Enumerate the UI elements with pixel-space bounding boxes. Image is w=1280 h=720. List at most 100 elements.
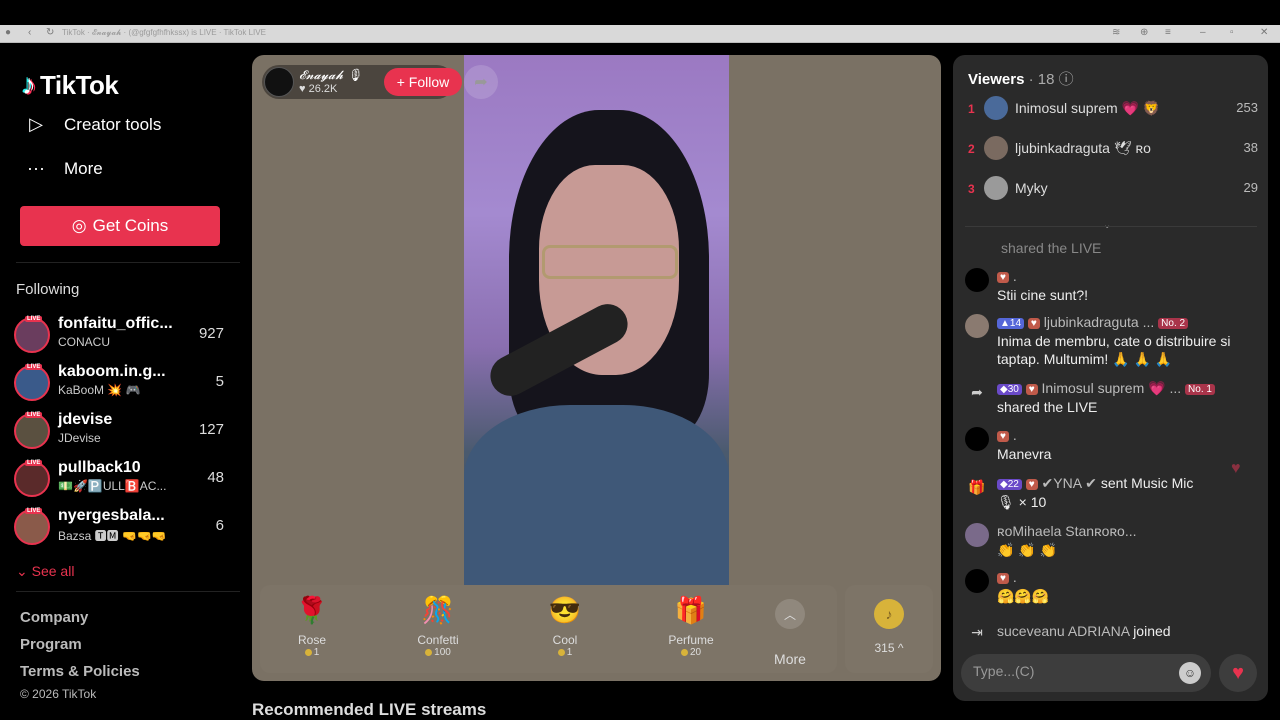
avatar [984,136,1008,160]
host-info[interactable]: 𝓔𝓷𝓪𝔂𝓪𝓱 🎙 ♥ 26.2K + Follow [262,65,462,99]
share-icon[interactable]: ➦ [464,65,498,99]
tiktok-favicon: ● [5,27,12,38]
chat-text: 🎙 × 10 [997,494,1047,510]
viewer-name: ljubinkadraguta 🕊 ʀᴏ [1015,140,1151,156]
footer-program-link[interactable]: Program [20,636,82,653]
level-badge: ◆30 [997,383,1022,395]
gift-confetti[interactable]: 🎊 Confetti 100 [388,595,488,658]
join-icon: ⇥ [971,624,983,640]
heart-badge-icon: ♥ [997,430,1009,442]
footer-company-link[interactable]: Company [20,609,88,626]
tiktok-note-icon: ♪ [22,69,36,100]
viewer-rank: 3 [968,182,975,196]
coin-icon [680,648,688,656]
follow-button[interactable]: + Follow [384,68,462,96]
info-icon[interactable]: ⓘ [1059,71,1074,88]
chat-text: 🤗🤗🤗 [997,588,1050,604]
chat-input[interactable] [973,663,1173,679]
host-avatar[interactable] [264,67,294,97]
more-gifts-button[interactable]: ︿ More [765,599,815,667]
gift-price-value: 1 [566,647,573,658]
chat-text: Manevra [997,446,1052,462]
back-icon[interactable]: ‹ [28,27,31,38]
emoji-icon[interactable]: ☺ [1179,662,1201,684]
streamer-glasses [542,245,678,279]
viewer-score: 38 [1243,140,1258,155]
avatar: LIVE [14,364,50,401]
chat-action: sent Music Mic [1100,475,1194,491]
chat-username: ʀᴏMihaela Stanʀᴏʀᴏ... [997,523,1137,539]
following-item[interactable]: LIVE fonfaitu_offic... CONACU 927 [14,315,226,359]
like-heart-button[interactable]: ♥ [1219,654,1257,692]
following-item[interactable]: LIVE pullback10 💵🚀🅿️ULL🅱️AC... 48 [14,459,226,503]
gift-rose[interactable]: 🌹 Rose 1 [262,595,362,658]
coin-balance: 315 ^ [874,641,904,655]
menu-icon[interactable]: ≡ [1165,27,1171,38]
copyright: © 2026 TikTok [20,687,97,701]
top-viewer[interactable]: 3 Myky 29 [968,176,1258,204]
viewers-title: Viewers · 18 ⓘ [968,68,1074,89]
avatar [984,176,1008,200]
avatar [965,268,989,292]
avatar [965,523,989,547]
gift-perfume[interactable]: 🎁 Perfume 20 [641,595,741,658]
chat-text: shared the LIVE [997,399,1098,415]
chat-user: ◆30 ♥ Inimosul suprem 💗 ... No. 1 [997,380,1215,397]
live-badge: LIVE [25,316,43,322]
avatar [965,569,989,593]
creator-tools-icon: ▷ [29,114,43,134]
following-subtitle: KaBooM 💥 🎮 [58,383,141,397]
see-all-label: See all [31,563,75,579]
footer-terms-link[interactable]: Terms & Policies [20,663,140,680]
viewer-name: Myky [1015,180,1048,196]
viewer-count: 5 [215,373,224,390]
gift-price-value: 100 [434,647,451,658]
top-viewer[interactable]: 2 ljubinkadraguta 🕊 ʀᴏ 38 [968,136,1258,164]
level-value: 30 [1007,383,1019,395]
chat-username: Inimosul suprem 💗 ... [1041,380,1182,396]
coin-icon [304,648,312,656]
more-dots-icon: ··· [27,158,45,178]
viewer-count: 48 [207,469,224,486]
chat-input-wrapper: ☺ [961,654,1211,692]
following-item[interactable]: LIVE nyergesbala... Bazsa 🆃🅼 🤜🤜🤜 6 [14,507,226,551]
coin-balance-button[interactable]: ♪ 315 ^ [845,585,933,673]
minimize-icon[interactable]: – [1200,27,1206,38]
see-all-link[interactable]: ⌄ See all [16,563,74,580]
viewer-score: 253 [1236,100,1258,115]
level-badge: ▲14 [997,317,1025,329]
chat-panel: Viewers · 18 ⓘ 1 Inimosul suprem 💗 🦁 253… [953,55,1268,701]
rank-badge: No. 2 [1158,317,1189,329]
avatar: LIVE [14,316,50,353]
viewer-rank: 1 [968,102,975,116]
live-badge: LIVE [25,412,43,418]
chat-user: suceveanu ADRIANA joined [997,623,1171,639]
reload-icon[interactable]: ↻ [46,27,54,38]
viewer-rank: 2 [968,142,975,156]
divider [16,262,240,263]
host-name: 𝓔𝓷𝓪𝔂𝓪𝓱 🎙 [299,68,363,82]
viewer-count: 927 [198,325,224,342]
gift-cool[interactable]: 😎 Cool 1 [515,595,615,658]
maximize-icon[interactable]: ▫ [1230,27,1234,38]
page-title-bar: TikTok · 𝓔𝓷𝓪𝔂𝓪𝓱 · (@gfgfgfhfhkssx) is LI… [62,28,266,37]
zoom-icon[interactable]: ⊕ [1140,27,1148,38]
following-name: fonfaitu_offic... [58,315,173,332]
get-coins-button[interactable]: ◎ Get Coins [20,206,220,246]
tiktok-coin-icon: ♪ [874,599,904,629]
browser-toolbar: ● ‹ ↻ TikTok · 𝓔𝓷𝓪𝔂𝓪𝓱 · (@gfgfgfhfhkssx)… [0,25,1280,43]
following-item[interactable]: LIVE jdevise JDevise 127 [14,411,226,455]
nav-more[interactable]: ··· More [24,158,103,179]
nav-creator-tools[interactable]: ▷ Creator tools [24,114,161,135]
viewer-count: 6 [215,517,224,534]
chat-username: ✔YNA ✔ [1041,475,1097,491]
following-item[interactable]: LIVE kaboom.in.g... KaBooM 💥 🎮 5 [14,363,226,407]
top-viewer[interactable]: 1 Inimosul suprem 💗 🦁 253 [968,96,1258,124]
live-stream-player[interactable]: 𝓔𝓷𝓪𝔂𝓪𝓱 🎙 ♥ 26.2K + Follow ➦ 🌹 Rose 1 🎊 C… [252,55,941,681]
close-icon[interactable]: ✕ [1260,27,1268,38]
reader-icon[interactable]: ≋ [1112,27,1120,38]
chevron-down-icon: ⌄ [16,563,32,579]
tiktok-logo[interactable]: ♪ TikTok [22,69,119,101]
following-name: kaboom.in.g... [58,363,166,380]
heart-badge-icon: ♥ [997,572,1009,584]
